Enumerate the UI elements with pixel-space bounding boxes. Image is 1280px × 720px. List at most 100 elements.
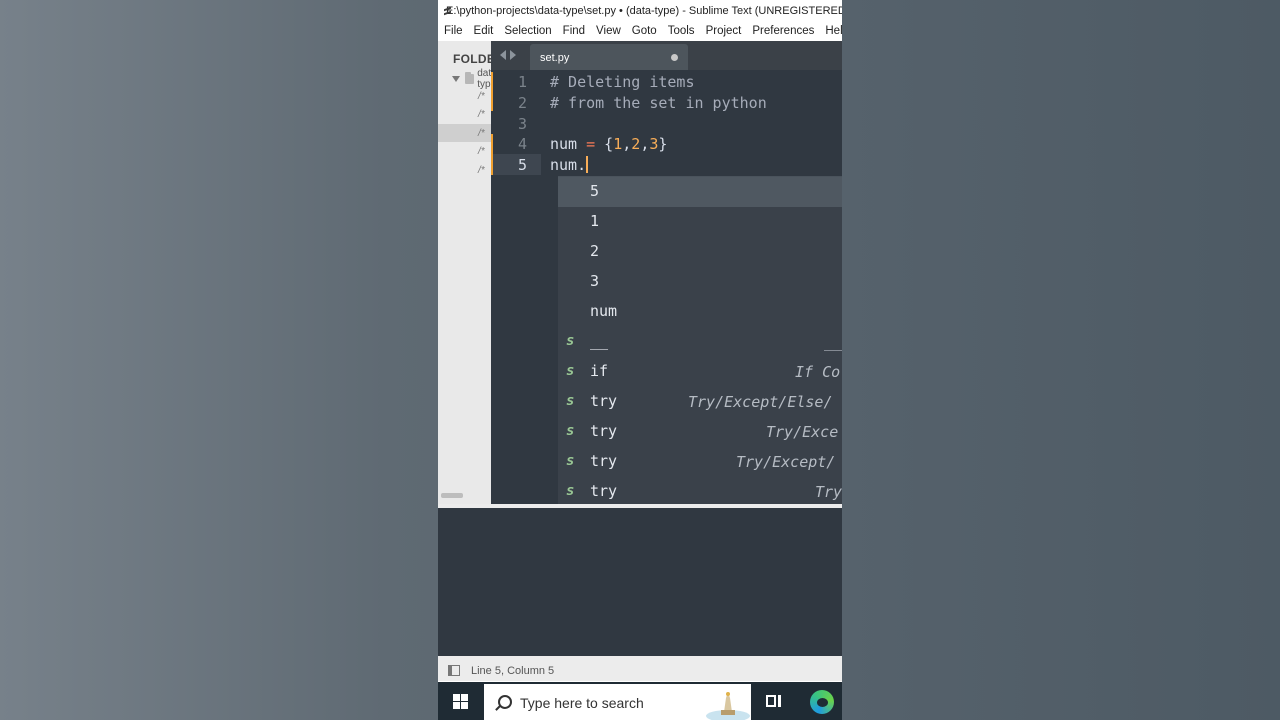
snippet-kind-icon: s — [566, 423, 575, 439]
tab-prev-icon[interactable] — [500, 50, 506, 60]
completion-annotation: Try — [815, 483, 842, 501]
code-line-2: # from the set in python — [550, 94, 767, 112]
windows-logo-pane — [453, 702, 460, 709]
completion-trigger: 5 — [590, 182, 600, 200]
snippet-kind-icon: s — [566, 363, 575, 379]
snippet-kind-icon: s — [566, 483, 575, 499]
windows-logo-pane — [453, 694, 460, 701]
autocomplete-item[interactable]: 3 — [558, 267, 842, 297]
line-number-active: 5 — [517, 156, 527, 174]
windows-start-icon[interactable] — [453, 694, 468, 709]
autocomplete-item[interactable]: s try Try/Except/Else/ — [558, 387, 842, 417]
file-icon: /* — [478, 91, 485, 102]
code-line-4: num = {1,2,3} — [550, 135, 667, 153]
snippet-kind-icon: s — [566, 453, 575, 469]
tab-next-icon[interactable] — [510, 50, 516, 60]
output-panel[interactable] — [438, 508, 842, 656]
autocomplete-item[interactable]: s __ __ — [558, 327, 842, 357]
folder-icon — [465, 72, 475, 84]
taskbar-search-box[interactable]: Type here to search — [484, 684, 751, 720]
completion-annotation: Try/Except/ — [736, 453, 836, 471]
autocomplete-popup: 5 1 2 3 num s __ __ s if If Co s try Try… — [558, 176, 842, 507]
file-icon: /* — [478, 109, 485, 120]
code-token-var: num — [550, 135, 587, 153]
menu-goto[interactable]: Goto — [632, 25, 657, 37]
code-line-1: # Deleting items — [550, 73, 695, 91]
sidebar-file[interactable]: /* — [438, 87, 491, 105]
code-line-5: num. — [550, 156, 589, 174]
line-number: 2 — [517, 94, 527, 112]
disclosure-triangle-icon[interactable] — [452, 76, 460, 82]
code-token-op: = — [586, 135, 596, 153]
text-cursor — [586, 156, 589, 173]
file-icon: /* — [478, 128, 485, 139]
completion-trigger: try — [590, 452, 618, 470]
completion-annotation: Try/Except/Else/ — [688, 393, 833, 411]
tab-bar: set.py — [491, 41, 842, 70]
file-icon: /* — [478, 165, 485, 176]
completion-trigger: 1 — [590, 212, 600, 230]
sidebar-file[interactable]: /* — [438, 142, 491, 160]
menu-tools[interactable]: Tools — [668, 25, 695, 37]
completion-trigger: if — [590, 362, 609, 380]
menu-file[interactable]: File — [444, 25, 463, 37]
panel-toggle-icon[interactable] — [448, 665, 460, 676]
unsaved-dot-icon[interactable] — [671, 54, 678, 61]
completion-trigger: __ — [590, 332, 609, 350]
code-token-brace: { — [595, 135, 614, 153]
windows-taskbar: Type here to search — [438, 682, 842, 720]
menu-view[interactable]: View — [596, 25, 621, 37]
windows-logo-pane — [461, 702, 468, 709]
code-token-text: num. — [550, 156, 587, 174]
menu-selection[interactable]: Selection — [504, 25, 551, 37]
windows-logo-pane — [461, 694, 468, 701]
autocomplete-item-selected[interactable]: 5 — [558, 177, 842, 207]
sidebar-file[interactable]: /* — [438, 105, 491, 123]
autocomplete-item[interactable]: num — [558, 297, 842, 327]
autocomplete-item[interactable]: s try Try/Exce — [558, 417, 842, 447]
edge-browser-icon[interactable] — [810, 690, 834, 714]
sublime-text-window: E:\python-projects\data-type\set.py • (d… — [438, 0, 842, 720]
sidebar-scrollbar[interactable] — [441, 493, 463, 498]
code-token-number: 2 — [631, 135, 641, 153]
tab-set-py[interactable]: set.py — [530, 44, 688, 70]
menu-find[interactable]: Find — [563, 25, 585, 37]
window-title: E:\python-projects\data-type\set.py • (d… — [446, 4, 842, 17]
completion-annotation: Try/Exce — [766, 423, 839, 441]
sidebar-file-selected[interactable]: /* — [438, 124, 491, 142]
code-token-number: 1 — [613, 135, 623, 153]
menu-help[interactable]: Help — [825, 25, 842, 37]
tab-label: set.py — [540, 52, 570, 64]
folders-header: FOLDERS — [453, 52, 491, 66]
line-number: 1 — [517, 73, 527, 91]
sidebar: FOLDERS data-type /* /* /* /* /* — [438, 41, 491, 504]
menu-project[interactable]: Project — [706, 25, 742, 37]
search-highlight-illustration — [704, 688, 751, 720]
autocomplete-item[interactable]: 1 — [558, 207, 842, 237]
search-placeholder: Type here to search — [520, 695, 644, 711]
autocomplete-item[interactable]: s try Try — [558, 477, 842, 507]
folder-item[interactable]: data-type — [452, 68, 491, 90]
autocomplete-item[interactable]: 2 — [558, 237, 842, 267]
title-bar: E:\python-projects\data-type\set.py • (d… — [438, 0, 842, 21]
task-view-icon[interactable] — [766, 695, 782, 707]
code-token-brace: } — [658, 135, 668, 153]
line-number: 3 — [517, 115, 527, 133]
status-bar: Line 5, Column 5 — [438, 656, 842, 681]
tab-nav-arrows — [500, 50, 516, 60]
sidebar-file[interactable]: /* — [438, 161, 491, 179]
completion-trigger: 3 — [590, 272, 600, 290]
cursor-position: Line 5, Column 5 — [471, 665, 555, 677]
autocomplete-item[interactable]: s if If Co — [558, 357, 842, 387]
completion-trigger: try — [590, 482, 618, 500]
menu-preferences[interactable]: Preferences — [752, 25, 814, 37]
menu-edit[interactable]: Edit — [474, 25, 494, 37]
snippet-kind-icon: s — [566, 393, 575, 409]
line-number: 4 — [517, 135, 527, 153]
file-icon: /* — [478, 146, 485, 157]
menu-bar: File Edit Selection Find View Goto Tools… — [438, 21, 842, 41]
autocomplete-item[interactable]: s try Try/Except/ — [558, 447, 842, 477]
snippet-kind-icon: s — [566, 333, 575, 349]
completion-trigger: try — [590, 422, 618, 440]
completion-trigger: num — [590, 302, 618, 320]
